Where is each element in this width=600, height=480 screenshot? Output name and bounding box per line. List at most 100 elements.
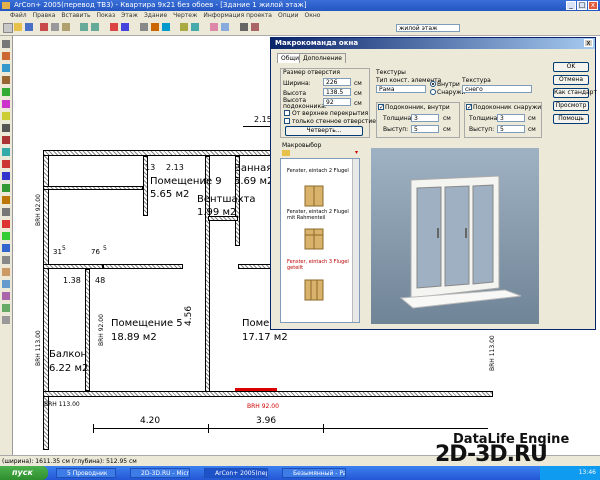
sill-outside-checkbox[interactable]: ✓: [466, 104, 472, 111]
menu-project-info[interactable]: Информация проекта: [203, 12, 272, 19]
light-tool-icon[interactable]: [2, 244, 10, 252]
macro-item-selected[interactable]: Fenster, eintach 3 Flugel geteilt: [287, 259, 357, 271]
copy-icon[interactable]: [51, 23, 59, 31]
task-arcon[interactable]: ArCon+ 2005(перевод...: [204, 468, 268, 478]
menu-building[interactable]: Здание: [144, 12, 167, 19]
menu-edit[interactable]: Правка: [33, 12, 56, 19]
size-group-title: Размер отверстия: [283, 69, 340, 76]
task-explorer[interactable]: 5 Проводник: [56, 468, 116, 478]
wall-draw-icon[interactable]: [2, 52, 10, 60]
cut-icon[interactable]: [40, 23, 48, 31]
symbol-tool-icon[interactable]: [2, 316, 10, 324]
clock: 13:46: [578, 469, 596, 476]
new-file-icon[interactable]: [3, 23, 13, 33]
text-tool-icon[interactable]: [2, 148, 10, 156]
help-button[interactable]: Помощь: [553, 114, 589, 124]
save-icon[interactable]: [25, 23, 33, 31]
3d-view-icon[interactable]: [162, 23, 170, 31]
stairs-tool-icon[interactable]: [2, 112, 10, 120]
as-standard-button[interactable]: Как стандарт: [553, 88, 597, 98]
sill-outside-thickness-input[interactable]: 3: [497, 114, 525, 122]
height-input[interactable]: 138.5: [323, 88, 351, 96]
menu-drawing[interactable]: Чертеж: [173, 12, 197, 19]
select-tool-icon[interactable]: [2, 40, 10, 48]
print-icon[interactable]: [240, 23, 248, 31]
measure-icon[interactable]: [191, 23, 199, 31]
window-marker[interactable]: [235, 388, 277, 391]
wall-tool-icon[interactable]: [151, 23, 159, 31]
sill-inside-protrusion-input[interactable]: 5: [411, 125, 439, 133]
camera-tool-icon[interactable]: [2, 232, 10, 240]
zoom-in-icon[interactable]: [110, 23, 118, 31]
menu-window[interactable]: Окно: [305, 12, 321, 19]
dialog-close-button[interactable]: x: [584, 39, 593, 47]
ok-button[interactable]: OK: [553, 62, 589, 72]
hatch-tool-icon[interactable]: [2, 304, 10, 312]
sill-inside-thickness-input[interactable]: 3: [411, 114, 439, 122]
task-paint[interactable]: Безымянный - Paint: [282, 468, 346, 478]
sill-outside-protrusion-input[interactable]: 5: [497, 125, 525, 133]
menu-options[interactable]: Опции: [278, 12, 299, 19]
menu-floor[interactable]: Этаж: [121, 12, 138, 19]
paste-icon[interactable]: [62, 23, 70, 31]
section-tool-icon[interactable]: [2, 220, 10, 228]
sill-inside-checkbox[interactable]: ✓: [378, 104, 384, 111]
quarter-button[interactable]: Четверть...: [285, 126, 363, 136]
brh-label: BRH 92.00: [247, 403, 279, 410]
macro-list-scrollbar[interactable]: [352, 159, 359, 322]
task-browser[interactable]: 2D-3D.RU - Microsoft ...: [130, 468, 190, 478]
terrain-tool-icon[interactable]: [2, 196, 10, 204]
from-ceiling-checkbox[interactable]: [284, 110, 290, 116]
macro-list[interactable]: Fenster, eintach 2 Flugel Fenster, einta…: [280, 158, 360, 323]
cancel-button[interactable]: Отмена: [553, 75, 589, 85]
grid-icon[interactable]: [140, 23, 148, 31]
start-button[interactable]: пуск: [0, 466, 48, 480]
close-button[interactable]: x: [588, 1, 598, 10]
texture-icon[interactable]: [210, 23, 218, 31]
plant-tool-icon[interactable]: [2, 184, 10, 192]
object-tool-icon[interactable]: [2, 172, 10, 180]
floor-tool-icon[interactable]: [2, 268, 10, 276]
sill-input[interactable]: 92: [323, 98, 351, 106]
help-icon[interactable]: [251, 23, 259, 31]
width-input[interactable]: 226: [323, 78, 351, 86]
menu-file[interactable]: Файл: [10, 12, 27, 19]
wall-opening-checkbox[interactable]: [284, 118, 290, 124]
floor-select[interactable]: жилой этаж: [396, 24, 460, 32]
dimension-tool-icon[interactable]: [2, 136, 10, 144]
macro-item[interactable]: Fenster, eintach 2 Flugel: [287, 168, 357, 174]
texture-select[interactable]: снего: [462, 85, 532, 93]
column-tool-icon[interactable]: [2, 124, 10, 132]
roof-tool-icon[interactable]: [2, 100, 10, 108]
maximize-button[interactable]: □: [577, 1, 587, 10]
dropdown-arrow-icon[interactable]: ▾: [355, 150, 361, 156]
room-tool-icon[interactable]: [2, 88, 10, 96]
macro-item[interactable]: Fenster, eintach 2 Flugel mit Rahmenteil: [287, 209, 357, 221]
preview-button[interactable]: Просмотр: [553, 101, 589, 111]
ceiling-tool-icon[interactable]: [2, 256, 10, 264]
window-tool-icon[interactable]: [2, 64, 10, 72]
line-tool-icon[interactable]: [2, 208, 10, 216]
room-name: Помещение 9: [150, 176, 222, 187]
width-label: Ширина:: [283, 80, 311, 87]
opening-tool-icon[interactable]: [2, 292, 10, 300]
redo-icon[interactable]: [91, 23, 99, 31]
layers-icon[interactable]: [180, 23, 188, 31]
door-tool-icon[interactable]: [2, 76, 10, 84]
outside-radio[interactable]: [430, 89, 436, 95]
from-ceiling-label: От верхнее перекрытия: [292, 110, 369, 117]
light-icon[interactable]: [221, 23, 229, 31]
minimize-button[interactable]: _: [566, 1, 576, 10]
furniture-tool-icon[interactable]: [2, 160, 10, 168]
zoom-out-icon[interactable]: [121, 23, 129, 31]
menu-view[interactable]: Показ: [96, 12, 115, 19]
railing-tool-icon[interactable]: [2, 280, 10, 288]
tab-extra[interactable]: Дополнение: [299, 53, 346, 63]
left-toolbar: [0, 36, 13, 456]
inside-radio[interactable]: [430, 81, 436, 87]
folder-icon[interactable]: [282, 150, 290, 156]
menu-insert[interactable]: Вставить: [61, 12, 90, 19]
elem-type-select[interactable]: Рама: [376, 85, 426, 93]
open-folder-icon[interactable]: [14, 23, 22, 31]
undo-icon[interactable]: [80, 23, 88, 31]
